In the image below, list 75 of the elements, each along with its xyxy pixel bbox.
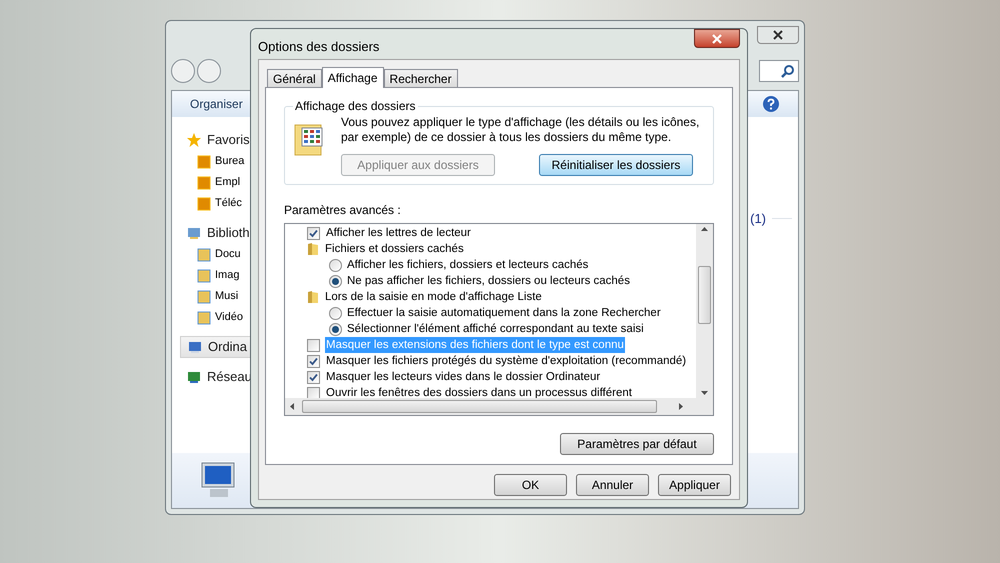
- close-button[interactable]: [757, 26, 799, 44]
- scroll-right-icon[interactable]: [679, 403, 683, 410]
- nav-item[interactable]: Vidéo: [180, 307, 252, 328]
- radio-button[interactable]: [329, 274, 342, 288]
- group-count: (1): [750, 210, 766, 228]
- folder-icon: [307, 290, 319, 304]
- group-description: Vous pouvez appliquer le type d'affichage (les détails ou les icônes, par exemple) de ce dossier à tous les dossiers du même type.: [341, 115, 700, 145]
- setting-label[interactable]: Masquer les lecteurs vides dans le dossier Ordinateur: [325, 369, 602, 385]
- checkbox[interactable]: [307, 338, 320, 352]
- reset-folders-button[interactable]: Réinitialiser les dossiers: [539, 154, 693, 176]
- nav-section[interactable]: Ordina: [180, 336, 252, 358]
- scrollbar-thumb[interactable]: [302, 400, 657, 413]
- restore-defaults-button[interactable]: Paramètres par défaut: [560, 433, 714, 455]
- item-icon: [196, 174, 212, 190]
- search-field[interactable]: [759, 60, 799, 82]
- back-icon[interactable]: [171, 59, 195, 83]
- scroll-left-icon[interactable]: [290, 403, 294, 410]
- item-icon: [196, 310, 212, 326]
- nav-label: Ordina: [208, 338, 248, 356]
- ok-button[interactable]: OK: [494, 474, 567, 496]
- close-icon: [712, 34, 722, 44]
- library-icon: [186, 225, 202, 241]
- checkbox[interactable]: [307, 370, 320, 384]
- computer-icon: [187, 339, 203, 355]
- help-icon[interactable]: [762, 95, 780, 113]
- tab[interactable]: Général: [267, 69, 322, 87]
- apply-button[interactable]: Appliquer: [658, 474, 731, 496]
- radio-button[interactable]: [329, 306, 342, 320]
- nav-item[interactable]: Burea: [180, 151, 252, 172]
- checkbox[interactable]: [307, 226, 320, 240]
- scroll-down-icon[interactable]: [701, 391, 708, 395]
- item-icon: [196, 268, 212, 284]
- setting-group-label: Fichiers et dossiers cachés: [325, 242, 464, 257]
- dialog-title: Options des dossiers: [258, 38, 380, 56]
- item-icon: [196, 196, 212, 212]
- setting-label[interactable]: Sélectionner l'élément affiché correspondant au texte saisi: [347, 321, 644, 337]
- item-icon: [196, 288, 212, 304]
- checkbox[interactable]: [307, 354, 320, 368]
- nav-label: Favoris: [207, 131, 250, 150]
- network-icon: [186, 369, 202, 385]
- setting-group-label: Lors de la saisie en mode d'affichage Liste: [325, 290, 542, 305]
- nav-item[interactable]: Empl: [180, 172, 252, 193]
- setting-label[interactable]: Afficher les lettres de lecteur: [325, 225, 472, 241]
- checkbox[interactable]: [307, 386, 320, 398]
- cancel-button[interactable]: Annuler: [576, 474, 649, 496]
- vertical-scrollbar[interactable]: [696, 224, 713, 398]
- nav-item[interactable]: Docu: [180, 244, 252, 265]
- horizontal-scrollbar[interactable]: [285, 398, 713, 415]
- radio-button[interactable]: [329, 322, 342, 336]
- setting-label[interactable]: Afficher les fichiers, dossiers et lecteurs cachés: [347, 257, 588, 273]
- nav-item[interactable]: Musi: [180, 286, 252, 307]
- group-title: Affichage des dossiers: [294, 98, 417, 115]
- close-button[interactable]: [694, 29, 740, 48]
- setting-label[interactable]: Effectuer la saisie automatiquement dans la zone Rechercher: [347, 305, 661, 321]
- advanced-settings-label: Paramètres avancés :: [284, 202, 402, 219]
- item-icon: [196, 246, 212, 262]
- nav-section[interactable]: Favoris: [180, 129, 252, 151]
- tab[interactable]: Affichage: [322, 67, 384, 88]
- folder-icon: [307, 242, 319, 256]
- item-icon: [196, 154, 212, 170]
- nav-label: Biblioth: [207, 224, 250, 242]
- setting-label[interactable]: Masquer les fichiers protégés du système d'exploitation (recommandé): [325, 353, 688, 369]
- setting-label[interactable]: Ne pas afficher les fichiers, dossiers ou lecteurs cachés: [347, 273, 630, 289]
- scroll-up-icon[interactable]: [701, 227, 708, 231]
- organize-button[interactable]: Organiser: [190, 95, 243, 113]
- nav-section[interactable]: Biblioth: [180, 222, 252, 244]
- radio-button[interactable]: [329, 258, 342, 272]
- star-icon: [186, 132, 202, 148]
- forward-icon[interactable]: [197, 59, 221, 83]
- scrollbar-thumb[interactable]: [698, 266, 711, 324]
- search-icon: [781, 64, 795, 78]
- tab[interactable]: Rechercher: [384, 69, 458, 87]
- nav-item[interactable]: Téléc: [180, 193, 252, 214]
- nav-item[interactable]: Imag: [180, 265, 252, 286]
- close-icon: [773, 30, 783, 40]
